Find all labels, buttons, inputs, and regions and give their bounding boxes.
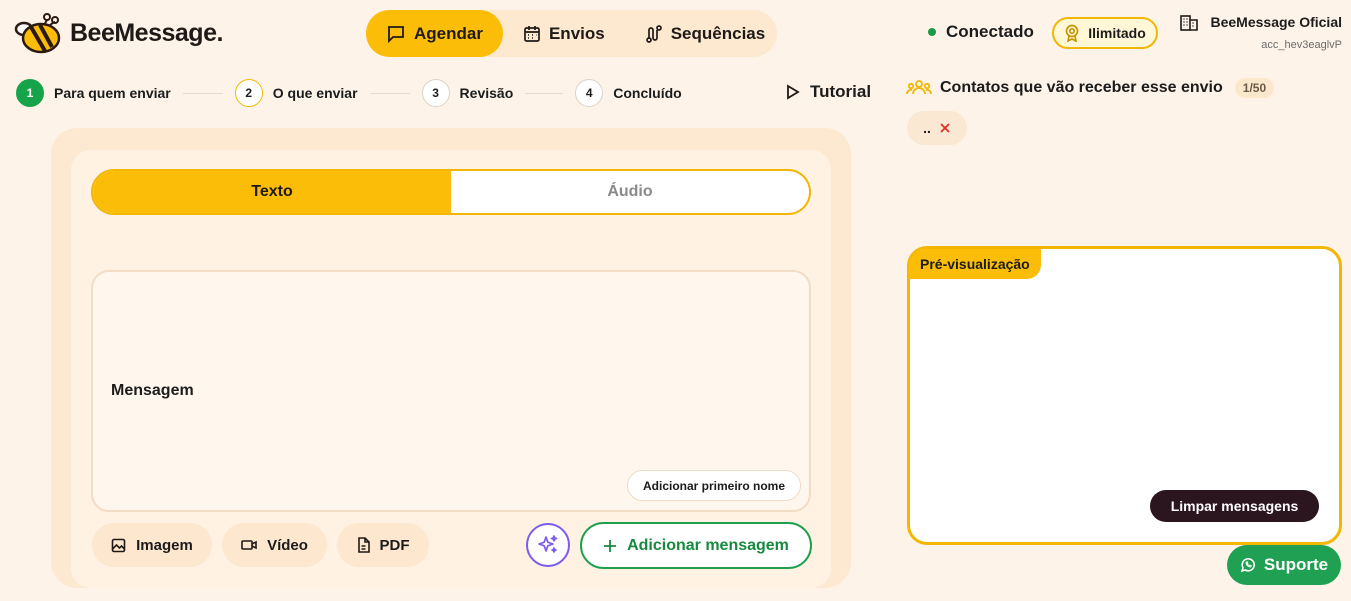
step-2[interactable]: 2 O que enviar [234,79,358,107]
message-label: Mensagem [111,382,194,399]
status-label: Conectado [946,22,1034,41]
account-id: acc_hev3eaglvP [1261,39,1342,51]
users-icon [906,80,932,95]
building-icon [1180,15,1198,31]
add-pdf-button[interactable]: PDF [337,523,429,567]
x-icon[interactable] [939,122,951,134]
step-divider [182,92,223,94]
plus-icon [604,539,617,552]
nav-label: Agendar [414,23,483,43]
account-name: BeeMessage Oficial [1210,14,1342,30]
nav-label: Envios [548,23,605,43]
tutorial-label: Tutorial [810,82,872,101]
contact-chip-label: .. [923,120,931,136]
brand-logo[interactable]: BeeMessage. [14,11,223,55]
contacts-header: Contatos que vão receber esse envio 1/50 [906,78,1275,98]
whatsapp-icon [1240,558,1255,573]
main-nav: Agendar Envios Sequências [366,10,777,57]
file-icon [357,537,370,553]
nav-envios[interactable]: Envios [503,10,625,57]
support-button[interactable]: Suporte [1227,545,1341,585]
media-label: PDF [379,536,410,554]
play-icon [787,84,800,100]
status-dot [928,28,936,36]
media-label: Vídeo [267,536,308,554]
step-1[interactable]: 1 Para quem enviar [16,79,171,107]
nav-label: Sequências [670,23,766,43]
support-label: Suporte [1263,555,1329,574]
message-type-tabs: Texto Áudio [91,169,811,215]
step-label: Revisão [459,85,514,101]
award-icon [1065,24,1079,42]
ai-assist-button[interactable] [526,523,570,567]
contacts-count: 1/50 [1234,78,1275,98]
calendar-icon [524,25,540,42]
plan-label: Ilimitado [1088,25,1146,41]
message-square-icon [388,25,404,43]
contact-chip[interactable]: .. [907,111,967,145]
contacts-title: Contatos que vão receber esse envio [940,79,1223,96]
step-divider [369,92,410,94]
step-3[interactable]: 3 Revisão [421,79,514,107]
clear-messages-button[interactable]: Limpar mensagens [1150,490,1319,522]
tab-audio[interactable]: Áudio [451,171,809,213]
tab-texto[interactable]: Texto [93,171,451,213]
sparkles-icon [538,535,558,553]
step-number: 4 [575,79,604,107]
tutorial-button[interactable]: Tutorial [786,82,871,102]
nav-agendar[interactable]: Agendar [366,10,503,57]
step-number: 1 [16,79,44,107]
stepper: 1 Para quem enviar 2 O que enviar 3 Revi… [16,78,682,108]
step-label: Concluído [613,85,682,101]
brand-name: BeeMessage. [70,18,223,47]
connection-status: Conectado [928,22,1034,42]
step-divider [525,92,564,94]
bee-logo-icon [14,13,61,54]
add-first-name-button[interactable]: Adicionar primeiro nome [627,470,801,501]
add-message-label: Adicionar mensagem [627,536,789,554]
add-video-button[interactable]: Vídeo [222,523,327,567]
add-image-button[interactable]: Imagem [92,523,212,567]
add-message-button[interactable]: Adicionar mensagem [580,522,812,569]
route-icon [645,24,662,43]
step-4[interactable]: 4 Concluído [575,79,682,107]
media-label: Imagem [136,536,193,554]
image-icon [111,538,126,552]
step-number: 2 [234,79,263,107]
nav-sequencias[interactable]: Sequências [625,10,786,57]
video-icon [241,540,257,550]
step-number: 3 [421,79,450,107]
step-label: O que enviar [272,85,358,101]
preview-title: Pré-visualização [909,249,1041,279]
plan-badge[interactable]: Ilimitado [1052,17,1158,49]
step-label: Para quem enviar [54,85,171,101]
